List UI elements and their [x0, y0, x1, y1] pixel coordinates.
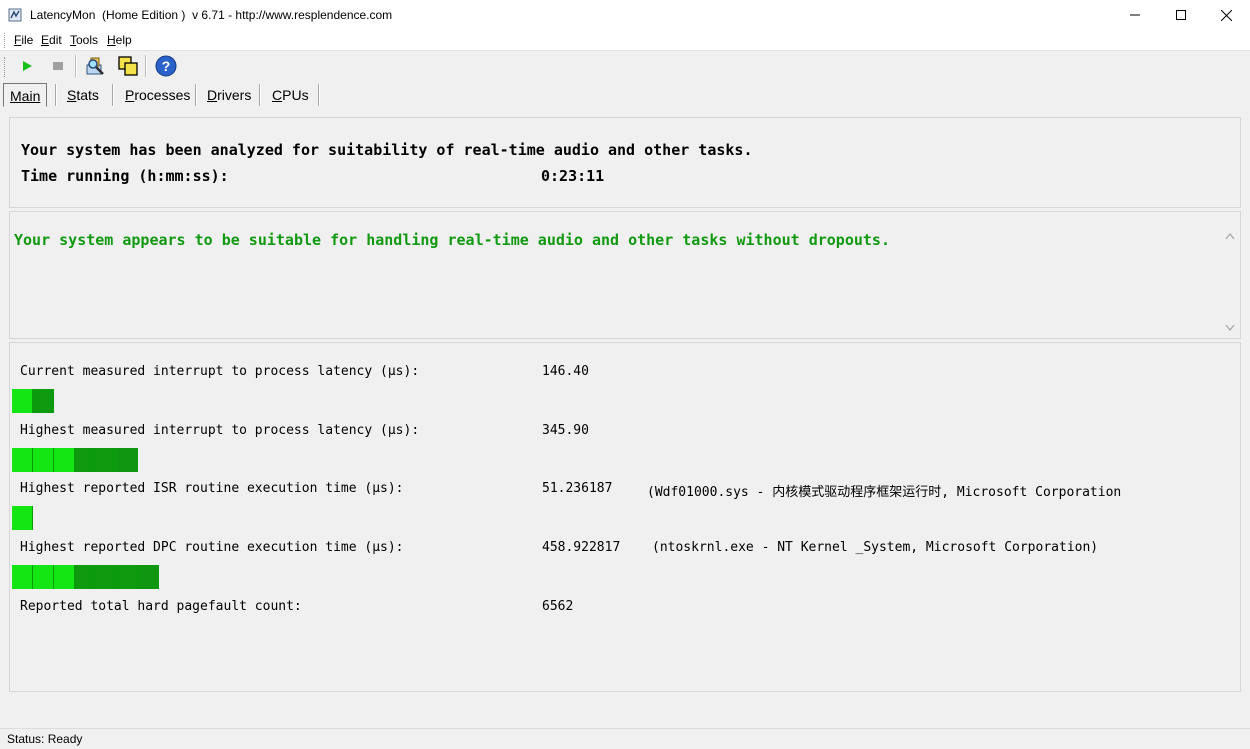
copy-windows-button[interactable] — [117, 55, 139, 77]
minimize-button[interactable] — [1112, 0, 1158, 30]
meter-segment — [33, 448, 54, 472]
menu-grip — [4, 33, 8, 48]
scroll-down-arrow[interactable] — [1224, 324, 1236, 336]
help-button[interactable]: ? — [155, 55, 177, 77]
app-icon — [8, 8, 22, 22]
tab-stats-label: tats — [76, 87, 99, 103]
tab-cpus-mnemonic: C — [272, 87, 283, 103]
tab-processes-label: rocesses — [134, 87, 191, 103]
meter-segment — [12, 506, 33, 530]
tab-separator — [55, 84, 57, 106]
current-latency-label: Current measured interrupt to process la… — [20, 364, 420, 379]
menu-edit-mnemonic: E — [41, 33, 50, 47]
analyze-icon — [86, 57, 104, 75]
dpc-time-label: Highest reported DPC routine execution t… — [20, 540, 404, 555]
meter-segment — [96, 448, 117, 472]
toolbar: ? — [0, 51, 1250, 81]
dpc-driver-detail: (ntoskrnl.exe - NT Kernel _System, Micro… — [652, 540, 1099, 555]
stop-button[interactable] — [47, 55, 69, 77]
tab-main[interactable]: Main — [3, 83, 48, 107]
meter-segment — [12, 565, 33, 589]
analyze-button[interactable] — [84, 55, 106, 77]
highest-latency-label: Highest measured interrupt to process la… — [20, 423, 420, 438]
isr-driver-detail: (Wdf01000.sys - 内核模式驱动程序框架运行时, Microsoft… — [647, 485, 1122, 500]
menu-edit[interactable]: Edit — [41, 33, 62, 47]
tab-separator — [112, 84, 114, 106]
isr-time-label: Highest reported ISR routine execution t… — [20, 481, 404, 496]
maximize-button[interactable] — [1158, 0, 1204, 30]
verdict-text: Your system appears to be suitable for h… — [14, 231, 890, 249]
menu-edit-label: dit — [49, 33, 62, 47]
menu-help-label: elp — [115, 33, 132, 47]
meter-segment — [12, 448, 33, 472]
menu-file-label: ile — [21, 33, 34, 47]
meter-segment — [75, 565, 96, 589]
tab-separator — [195, 84, 197, 106]
meter-segment — [138, 565, 159, 589]
verdict-panel: Your system appears to be suitable for h… — [9, 211, 1241, 339]
help-icon: ? — [155, 55, 177, 77]
meter-segment — [54, 448, 75, 472]
menu-help-mnemonic: H — [107, 33, 116, 47]
meter-segment — [117, 448, 138, 472]
isr-time-value: 51.236187 — [542, 481, 613, 496]
analysis-summary-text: Your system has been analyzed for suitab… — [21, 141, 753, 159]
menu-help[interactable]: Help — [107, 33, 132, 47]
svg-text:?: ? — [162, 58, 171, 74]
tab-cpus[interactable]: CPUs — [266, 83, 315, 107]
tab-main-mnemonic: M — [10, 88, 22, 104]
tab-main-label: ain — [21, 88, 41, 104]
tab-processes[interactable]: Processes — [119, 83, 196, 107]
dpc-time-meter — [12, 563, 1237, 589]
toolbar-separator — [145, 55, 147, 77]
current-latency-meter — [12, 387, 1237, 413]
menu-tools-label: ools — [76, 33, 99, 47]
meter-segment — [54, 565, 75, 589]
pagefault-count-value: 6562 — [542, 599, 574, 614]
tab-stats[interactable]: Stats — [61, 83, 105, 107]
highest-latency-value: 345.90 — [542, 423, 589, 438]
scroll-up-arrow[interactable] — [1224, 232, 1236, 244]
tab-drivers[interactable]: Drivers — [201, 83, 257, 107]
copy-windows-icon — [118, 56, 138, 76]
close-button[interactable] — [1203, 0, 1249, 30]
toolbar-separator — [75, 55, 77, 77]
highest-latency-meter — [12, 446, 1237, 472]
menu-tools[interactable]: Tools — [70, 33, 98, 47]
start-button[interactable] — [16, 55, 38, 77]
menu-bar: File Edit Tools Help — [0, 30, 1250, 51]
current-latency-value: 146.40 — [542, 364, 589, 379]
dpc-time-value: 458.922817 — [542, 540, 621, 555]
toolbar-grip — [4, 57, 8, 77]
start-icon — [23, 61, 32, 71]
meter-segment — [117, 565, 138, 589]
tab-processes-mnemonic: P — [125, 87, 135, 103]
tab-drivers-mnemonic: D — [207, 87, 218, 103]
tab-cpus-label: PUs — [282, 87, 309, 103]
title-bar: LatencyMon (Home Edition ) v 6.71 - http… — [0, 0, 1250, 30]
menu-file[interactable]: File — [14, 33, 33, 47]
summary-panel: Your system has been analyzed for suitab… — [9, 117, 1241, 208]
tab-bar: Main Stats Processes Drivers CPUs — [0, 81, 1250, 108]
time-running-value: 0:23:11 — [541, 167, 605, 185]
stop-icon — [53, 62, 63, 70]
window-title: LatencyMon (Home Edition ) v 6.71 - http… — [30, 8, 393, 22]
status-text: Status: Ready — [7, 732, 83, 746]
tab-separator — [318, 84, 320, 106]
meter-segment — [33, 565, 54, 589]
meter-segment — [12, 389, 33, 413]
time-running-label: Time running (h:mm:ss): — [21, 167, 229, 185]
meter-segment — [75, 448, 96, 472]
tab-stats-mnemonic: S — [67, 87, 77, 103]
isr-time-meter — [12, 504, 1237, 530]
tab-separator — [259, 84, 261, 106]
pagefault-count-label: Reported total hard pagefault count: — [20, 599, 302, 614]
status-bar: Status: Ready — [0, 728, 1250, 749]
meter-segment — [33, 389, 54, 413]
tab-drivers-label: rivers — [217, 87, 252, 103]
meter-segment — [96, 565, 117, 589]
